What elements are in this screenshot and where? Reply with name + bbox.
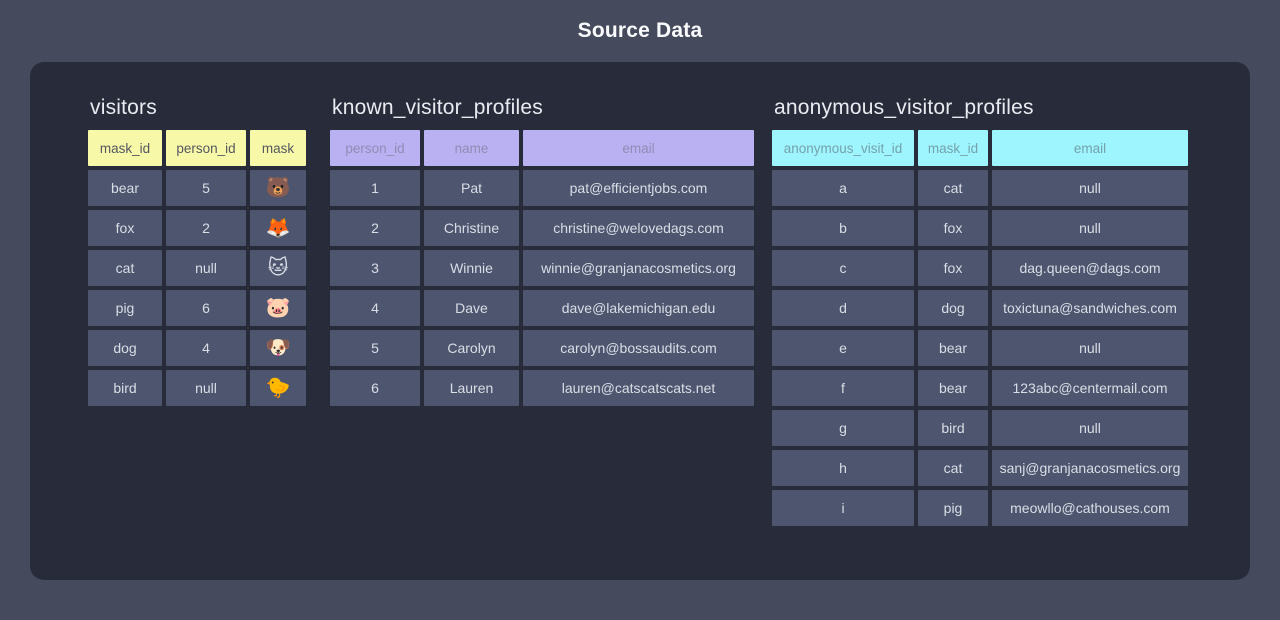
column-header: anonymous_visit_id [772,130,914,166]
table-cell: christine@welovedags.com [523,210,754,246]
table-title-visitors: visitors [88,94,306,122]
table-cell: i [772,490,914,526]
table-cell: sanj@granjanacosmetics.org [992,450,1188,486]
table-cell: Winnie [424,250,519,286]
table-cell: 1 [330,170,420,206]
table-cell: 4 [330,290,420,326]
table-cell: carolyn@bossaudits.com [523,330,754,366]
anonymous-visitor-profiles-table: anonymous_visitor_profiles anonymous_vis… [772,94,1188,526]
table-cell: pig [88,290,162,326]
table-cell: null [992,210,1188,246]
table-cell: winnie@granjanacosmetics.org [523,250,754,286]
table-cell: fox [918,210,988,246]
column-header: email [523,130,754,166]
mask-emoji-cell: 🦊 [250,210,306,246]
table-cell: cat [88,250,162,286]
table-cell: h [772,450,914,486]
table-cell: bird [88,370,162,406]
table-cell: e [772,330,914,366]
table-cell: bear [88,170,162,206]
column-header: person_id [166,130,246,166]
table-title-known-visitor-profiles: known_visitor_profiles [330,94,754,122]
page-title: Source Data [0,0,1280,62]
column-header: email [992,130,1188,166]
table-cell: a [772,170,914,206]
table-cell: dave@lakemichigan.edu [523,290,754,326]
column-header: mask_id [88,130,162,166]
table-cell: meowllo@cathouses.com [992,490,1188,526]
table-cell: Dave [424,290,519,326]
mask-emoji-cell: 🐶 [250,330,306,366]
table-title-anonymous-visitor-profiles: anonymous_visitor_profiles [772,94,1188,122]
table-cell: 6 [330,370,420,406]
visitors-table: visitors mask_idperson_idmask bear5🐻 fox2🦊… [88,94,306,406]
table-cell: Lauren [424,370,519,406]
table-cell: dag.queen@dags.com [992,250,1188,286]
table-cell: null [166,370,246,406]
source-data-panel: visitors mask_idperson_idmaskbear5🐻fox2🦊… [30,62,1250,580]
mask-emoji-cell: 🐱 [250,250,306,286]
table-cell: c [772,250,914,286]
table-cell: dog [88,330,162,366]
table-cell: cat [918,170,988,206]
table-cell: bear [918,370,988,406]
table-cell: fox [88,210,162,246]
table-cell: Carolyn [424,330,519,366]
table-cell: f [772,370,914,406]
table-cell: null [166,250,246,286]
table-cell: cat [918,450,988,486]
table-cell: null [992,170,1188,206]
table-cell: bear [918,330,988,366]
table-cell: Pat [424,170,519,206]
column-header: person_id [330,130,420,166]
table-cell: 2 [166,210,246,246]
table-cell: lauren@catscatscats.net [523,370,754,406]
mask-emoji-cell: 🐤 [250,370,306,406]
mask-emoji-cell: 🐷 [250,290,306,326]
table-cell: pig [918,490,988,526]
known-visitor-profiles-grid: person_idnameemail 1Patpat@efficientjobs.… [330,130,754,406]
table-cell: Christine [424,210,519,246]
column-header: name [424,130,519,166]
table-cell: fox [918,250,988,286]
table-cell: null [992,410,1188,446]
visitors-grid: mask_idperson_idmaskbear5🐻fox2🦊catnull🐱p… [88,130,306,406]
table-cell: dog [918,290,988,326]
table-cell: b [772,210,914,246]
table-cell: 3 [330,250,420,286]
mask-emoji-cell: 🐻 [250,170,306,206]
table-cell: pat@efficientjobs.com [523,170,754,206]
table-cell: null [992,330,1188,366]
table-cell: 123abc@centermail.com [992,370,1188,406]
table-cell: 2 [330,210,420,246]
table-cell: 5 [166,170,246,206]
table-cell: bird [918,410,988,446]
column-header: mask_id [918,130,988,166]
table-cell: 5 [330,330,420,366]
column-header: mask [250,130,306,166]
table-cell: g [772,410,914,446]
table-cell: 6 [166,290,246,326]
table-cell: toxictuna@sandwiches.com [992,290,1188,326]
known-visitor-profiles-table: known_visitor_profiles person_idnameemai… [330,94,754,406]
table-cell: 4 [166,330,246,366]
anonymous-visitor-profiles-grid: anonymous_visit_idmask_idemailacatnullbf… [772,130,1188,526]
table-cell: d [772,290,914,326]
